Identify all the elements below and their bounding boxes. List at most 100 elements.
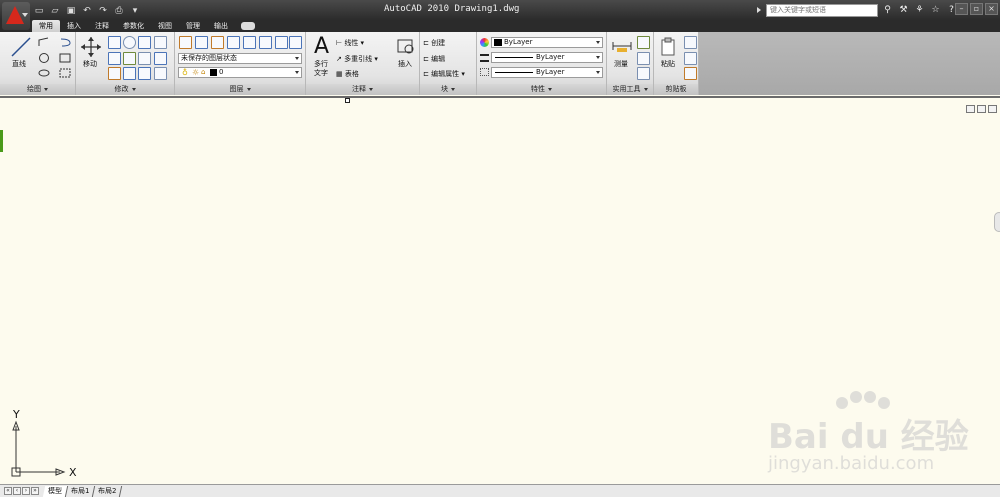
layer-previous-icon[interactable] [211,36,224,49]
array-icon[interactable] [138,67,151,80]
layout-tab-layout1[interactable]: 布局1 [65,486,96,497]
next-layout-icon[interactable]: › [22,487,30,495]
cut-icon[interactable] [684,36,697,49]
match-properties-icon[interactable] [684,67,697,80]
viewport-restore-button[interactable] [977,105,986,113]
prev-layout-icon[interactable]: ‹ [13,487,21,495]
last-layout-icon[interactable]: » [31,487,39,495]
insert-block-icon[interactable] [394,37,418,57]
rectangle-icon[interactable] [58,52,72,64]
panel-modify-footer[interactable]: 修改 [76,84,174,95]
restore-button[interactable]: ▫ [970,3,983,15]
explode-icon[interactable] [154,52,167,65]
tab-parametric[interactable]: 参数化 [116,20,151,32]
search-input[interactable] [766,3,878,17]
layer-match-icon[interactable] [195,36,208,49]
mirror-icon[interactable] [108,52,121,65]
first-layout-icon[interactable]: « [4,487,12,495]
layer-isolate-icon[interactable] [227,36,240,49]
erase-icon[interactable] [108,67,121,80]
chamfer-icon[interactable] [154,67,167,80]
hatch-icon[interactable] [58,67,72,79]
table-button[interactable]: ▦ 表格 [336,69,359,79]
tab-home[interactable]: 常用 [32,20,60,32]
print-icon[interactable]: ⎙ [112,5,126,17]
multileader-button[interactable]: ↗ 多重引线 ▾ [336,54,378,64]
linetype-dropdown[interactable]: ByLayer [491,67,603,78]
rotate-arc-icon[interactable] [58,36,72,48]
paste-icon[interactable] [659,37,677,57]
trim-icon[interactable] [138,36,151,49]
layer-walk-icon[interactable] [289,36,302,49]
rotate-icon[interactable] [123,36,136,49]
copy-clip-icon[interactable] [684,52,697,65]
subscription-icon[interactable]: ⚒ [897,4,910,17]
ribbon-minimize-toggle[interactable] [241,22,255,30]
search-binoculars-icon[interactable]: ⚲ [881,4,894,17]
polyline-icon[interactable] [37,36,51,48]
id-point-icon[interactable] [637,52,650,65]
undo-icon[interactable]: ↶ [80,5,94,17]
tab-insert[interactable]: 插入 [60,20,88,32]
multiline-text-icon[interactable]: A [314,34,329,59]
layer-freeze-icon[interactable] [259,36,272,49]
tab-view[interactable]: 视图 [151,20,179,32]
create-block-button[interactable]: ⊏ 创建 [423,38,445,48]
edit-block-button[interactable]: ⊏ 编辑 [423,54,445,64]
panel-annotation-footer[interactable]: 注释 [306,84,419,95]
move-icon[interactable] [80,36,102,58]
minimize-button[interactable]: – [955,3,968,15]
quick-select-icon[interactable] [637,36,650,49]
favorites-star-icon[interactable]: ☆ [929,4,942,17]
panel-draw-footer[interactable]: 绘图 [0,84,75,95]
layer-thaw-sun-icon: ☼ [192,68,200,77]
viewport-minimize-button[interactable] [966,105,975,113]
tab-annotate[interactable]: 注释 [88,20,116,32]
layer-on-bulb-icon: ♁ [182,68,188,77]
layout-tab-layout2[interactable]: 布局2 [93,486,124,497]
window-controls: – ▫ × [955,3,998,15]
circle-icon[interactable] [37,52,51,64]
panel-properties-footer[interactable]: 特性 [477,84,606,95]
viewport-close-button[interactable] [988,105,997,113]
scale-icon[interactable] [138,52,151,65]
panel-layers-footer[interactable]: 图层 [175,84,305,95]
layer-off-icon[interactable] [275,36,288,49]
open-file-icon[interactable]: ▱ [48,5,62,17]
layout-tab-model[interactable]: 模型 [42,486,69,497]
save-icon[interactable]: ▣ [64,5,78,17]
lineweight-dropdown[interactable]: ByLayer [491,52,603,63]
tab-output[interactable]: 输出 [207,20,235,32]
measure-icon[interactable] [611,38,633,54]
expand-search-icon[interactable] [757,7,761,13]
layer-unisolate-icon[interactable] [243,36,256,49]
layer-unlock-icon: ⌂ [201,68,206,76]
redo-icon[interactable]: ↷ [96,5,110,17]
paste-label: 粘贴 [661,60,675,68]
panel-clipboard-footer[interactable]: 剪贴板 [654,84,698,95]
qat-dropdown-icon[interactable]: ▾ [128,5,142,17]
layer-properties-icon[interactable] [179,36,192,49]
tab-manage[interactable]: 管理 [179,20,207,32]
panel-block-footer[interactable]: 块 [420,84,476,95]
arc-icon[interactable] [37,67,51,79]
stretch-icon[interactable] [123,52,136,65]
layer-state-dropdown[interactable]: 未保存的图层状态 [178,53,302,64]
close-button[interactable]: × [985,3,998,15]
fillet-icon[interactable] [154,36,167,49]
copy-icon[interactable] [108,36,121,49]
ribbon-resize-grip[interactable] [345,98,350,103]
new-file-icon[interactable]: ▭ [32,5,46,17]
panel-utilities-footer[interactable]: 实用工具 [607,84,653,95]
edit-attributes-button[interactable]: ⊏ 编辑属性 ▾ [423,69,465,79]
line-tool-icon[interactable] [10,36,32,58]
window-title: AutoCAD 2010 Drawing1.dwg [384,4,520,14]
color-dropdown[interactable]: ByLayer [491,37,603,48]
offset-icon[interactable] [123,67,136,80]
calculator-icon[interactable] [637,67,650,80]
layer-dropdown[interactable]: ♁ ☼ ⌂ 0 [178,67,302,78]
navigation-bar-handle[interactable] [994,212,1000,232]
linear-dimension-button[interactable]: ⊢ 线性 ▾ [336,38,364,48]
application-menu-button[interactable] [2,2,30,30]
communication-icon[interactable]: ⚘ [913,4,926,17]
